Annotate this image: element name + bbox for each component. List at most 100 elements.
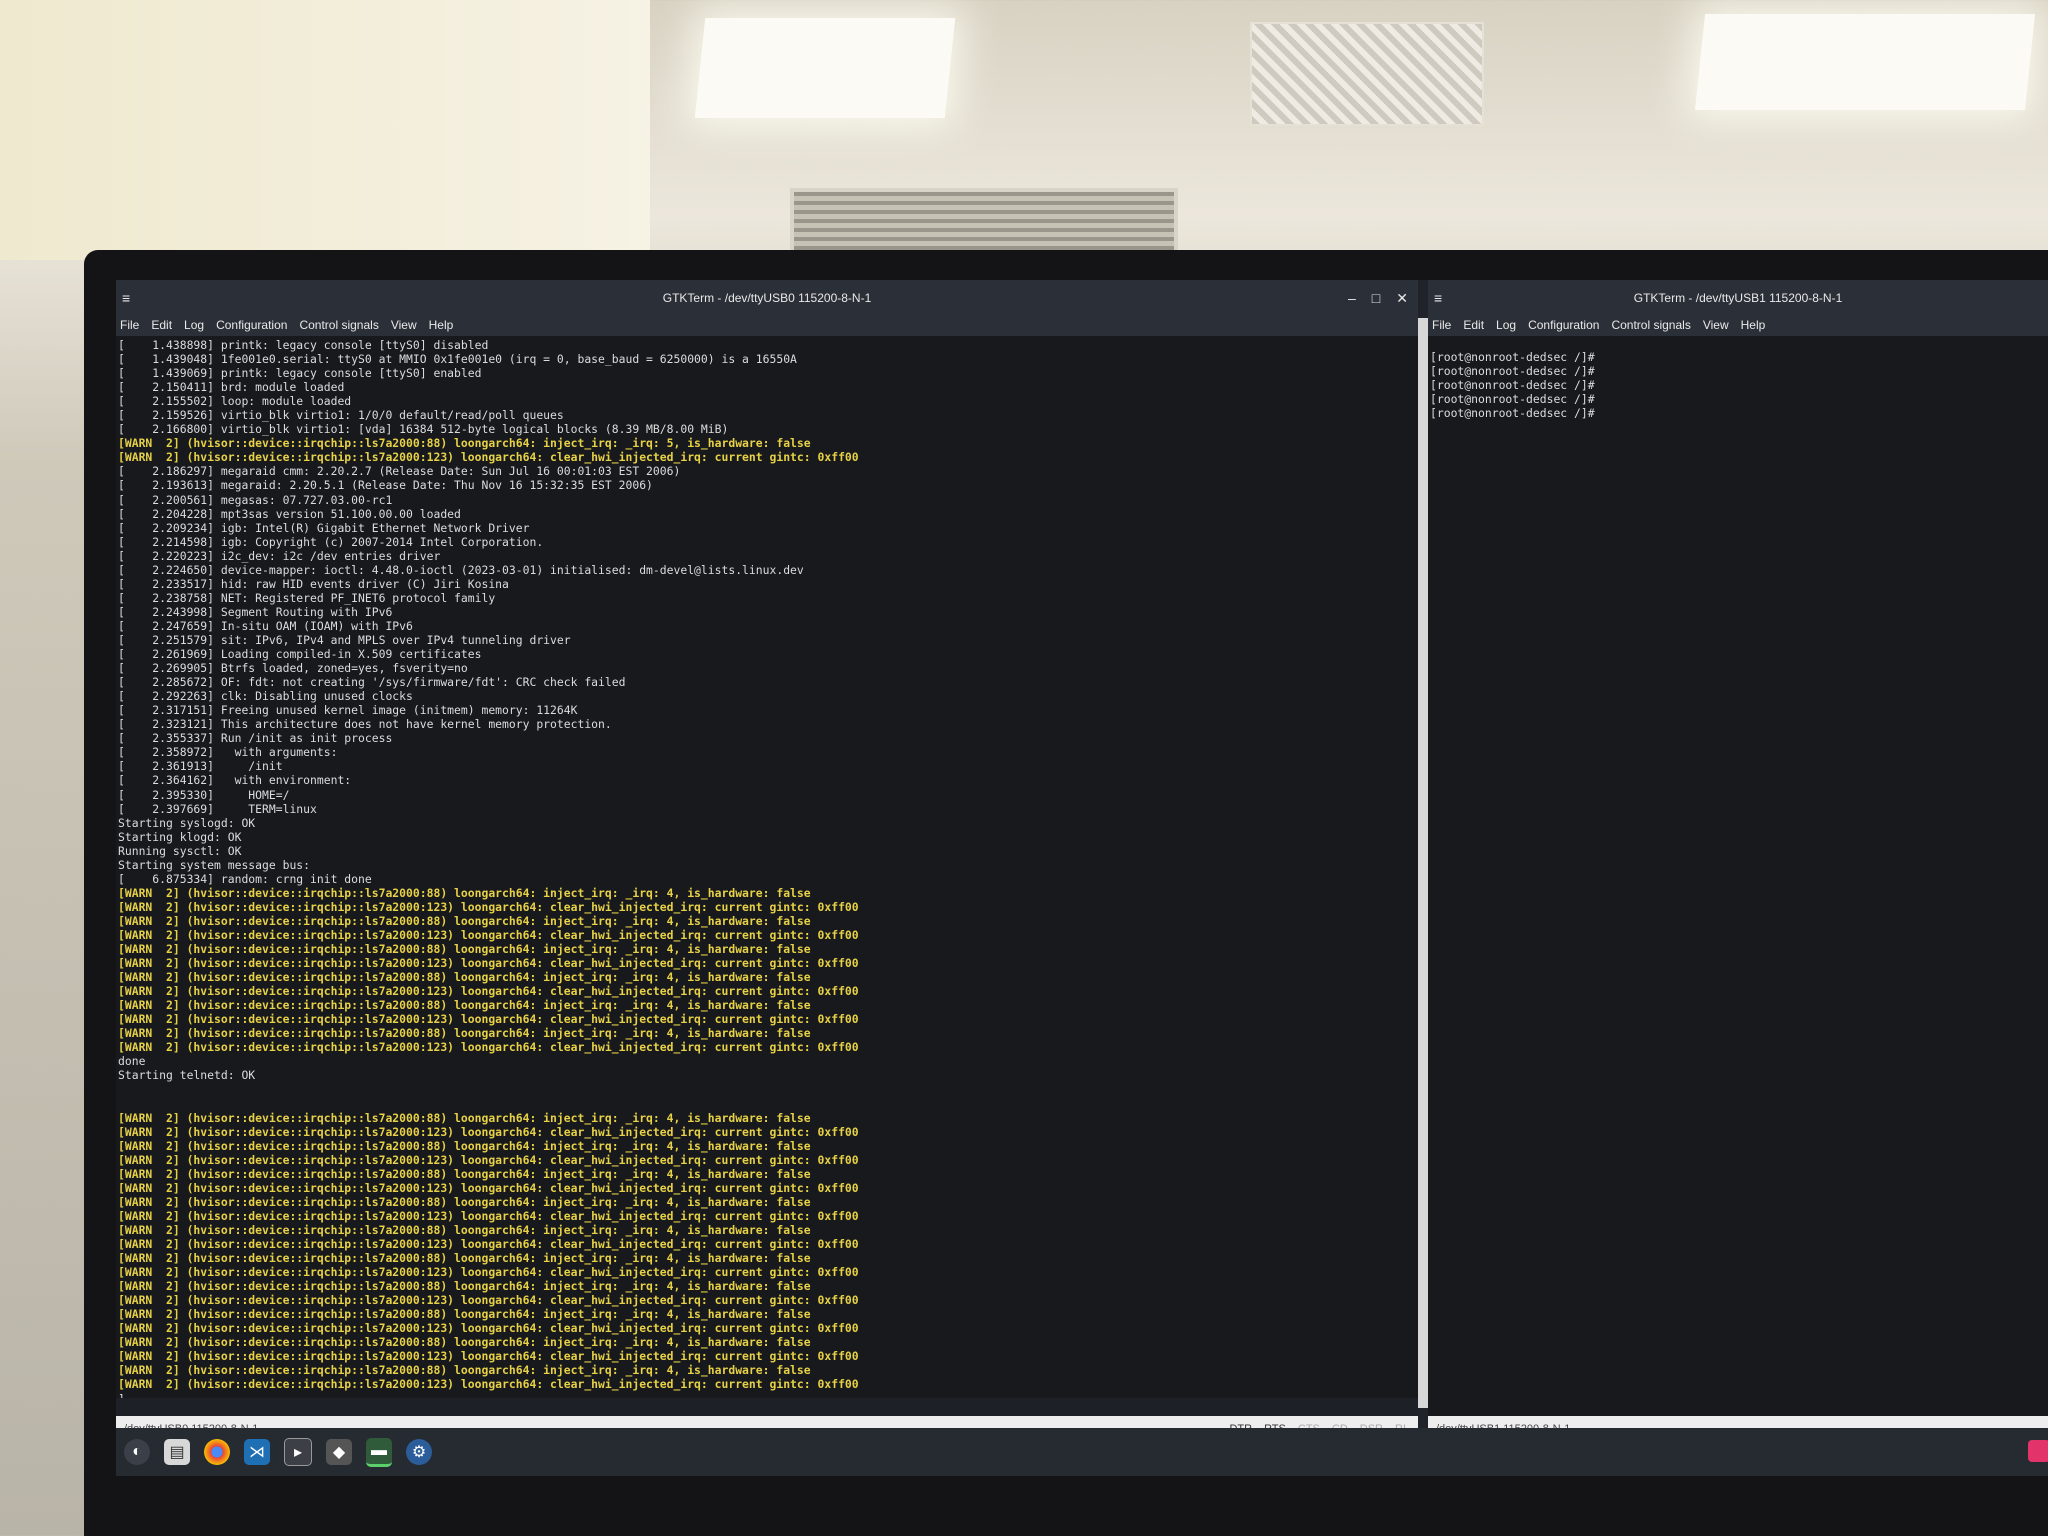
log-line: Starting klogd: OK [118, 829, 242, 844]
log-line: [ 2.285672] OF: fdt: not creating '/sys/… [118, 675, 626, 690]
log-line: [ 2.247659] In-situ OAM (IOAM) with IPv6 [118, 618, 413, 633]
log-line: [ 2.214598] igb: Copyright (c) 2007-2014… [118, 534, 544, 549]
log-line: [ 2.323121] This architecture does not h… [118, 717, 612, 732]
menu-edit[interactable]: Edit [151, 316, 172, 336]
warn-log-line: [WARN 2] (hvisor::device::irqchip::ls7a2… [118, 1293, 859, 1308]
log-line: [ 2.150411] brd: module loaded [118, 380, 345, 395]
log-line: [ 6.875334] random: crng init done [118, 871, 372, 886]
menu-configuration[interactable]: Configuration [1528, 316, 1599, 336]
ceiling-light [1694, 14, 2036, 110]
gtkterm-window-usb1[interactable]: ≡ GTKTerm - /dev/ttyUSB1 115200-8-N-1 Fi… [1428, 280, 2048, 1442]
window-title: GTKTerm - /dev/ttyUSB0 115200-8-N-1 [662, 291, 872, 305]
log-line: [ 2.224650] device-mapper: ioctl: 4.48.0… [118, 562, 804, 577]
log-line: ] [118, 1392, 1418, 1398]
prompt-line: [root@nonroot-dedsec /]# [1430, 378, 1595, 393]
log-line: [ 2.155502] loop: module loaded [118, 394, 352, 409]
terminal-output[interactable]: [ 1.438898] printk: legacy console [ttyS… [116, 336, 1418, 1398]
window-title: GTKTerm - /dev/ttyUSB1 115200-8-N-1 [1633, 291, 1843, 305]
log-line: [ 2.204228] mpt3sas version 51.100.00.00… [118, 506, 461, 521]
log-line: [ 2.397669] TERM=linux [118, 801, 317, 816]
menu-view[interactable]: View [1703, 316, 1729, 336]
log-line: [ 2.364162] with environment: [118, 773, 352, 788]
log-line: Starting system message bus: [118, 857, 311, 872]
warn-log-line: [WARN 2] (hvisor::device::irqchip::ls7a2… [118, 1363, 811, 1378]
menu-help[interactable]: Help [429, 316, 454, 336]
warn-log-line: [WARN 2] (hvisor::device::irqchip::ls7a2… [118, 450, 859, 465]
log-line: [ 2.166800] virtio_blk virtio1: [vda] 16… [118, 422, 729, 437]
warn-log-line: [WARN 2] (hvisor::device::irqchip::ls7a2… [118, 1180, 859, 1195]
log-line: Starting syslogd: OK [118, 815, 256, 830]
warn-log-line: [WARN 2] (hvisor::device::irqchip::ls7a2… [118, 1307, 811, 1322]
warn-log-line: [WARN 2] (hvisor::device::irqchip::ls7a2… [118, 1335, 811, 1350]
warn-log-line: [WARN 2] (hvisor::device::irqchip::ls7a2… [118, 1012, 859, 1027]
log-line: [ 2.317151] Freeing unused kernel image … [118, 703, 578, 718]
desktop-screen: ≡ GTKTerm - /dev/ttyUSB0 115200-8-N-1 – … [116, 280, 2048, 1462]
log-line: [ 2.292263] clk: Disabling unused clocks [118, 689, 413, 704]
warn-log-line: [WARN 2] (hvisor::device::irqchip::ls7a2… [118, 1166, 811, 1181]
log-line: [ 1.438898] printk: legacy console [ttyS… [118, 338, 489, 352]
warn-log-line: [WARN 2] (hvisor::device::irqchip::ls7a2… [118, 1279, 811, 1294]
log-line: done [118, 1054, 146, 1069]
close-icon[interactable]: ✕ [1396, 280, 1408, 316]
prompt-line: [root@nonroot-dedsec /]# [1430, 350, 1595, 364]
title-bar[interactable]: ≡ GTKTerm - /dev/ttyUSB0 115200-8-N-1 – … [116, 280, 1418, 316]
warn-log-line: [WARN 2] (hvisor::device::irqchip::ls7a2… [118, 885, 811, 900]
menu-log[interactable]: Log [1496, 316, 1516, 336]
vscode-icon[interactable]: ⋊ [244, 1439, 270, 1465]
menu-view[interactable]: View [391, 316, 417, 336]
warn-log-line: [WARN 2] (hvisor::device::irqchip::ls7a2… [118, 913, 811, 928]
warn-log-line: [WARN 2] (hvisor::device::irqchip::ls7a2… [118, 942, 811, 957]
log-line: [ 2.200561] megasas: 07.727.03.00-rc1 [118, 492, 393, 507]
launcher-icon[interactable]: ◐ [124, 1439, 150, 1465]
menu-edit[interactable]: Edit [1463, 316, 1484, 336]
log-line: [ 2.220223] i2c_dev: i2c /dev entries dr… [118, 548, 441, 563]
log-line: [ 2.395330] HOME=/ [118, 787, 290, 802]
warn-log-line: [WARN 2] (hvisor::device::irqchip::ls7a2… [118, 1265, 859, 1280]
warn-log-line: [WARN 2] (hvisor::device::irqchip::ls7a2… [118, 970, 811, 985]
warn-log-line: [WARN 2] (hvisor::device::irqchip::ls7a2… [118, 899, 859, 914]
ceiling-light [694, 18, 956, 118]
menu-configuration[interactable]: Configuration [216, 316, 287, 336]
prompt-line: [root@nonroot-dedsec /]# [1430, 392, 1595, 407]
log-line: [ 2.193613] megaraid: 2.20.5.1 (Release … [118, 478, 653, 493]
log-line: [ 1.439048] 1fe001e0.serial: ttyS0 at MM… [118, 352, 797, 367]
warn-log-line: [WARN 2] (hvisor::device::irqchip::ls7a2… [118, 956, 859, 971]
menu-control-signals[interactable]: Control signals [1611, 316, 1690, 336]
room-wall [0, 0, 650, 260]
log-line: [ 2.355337] Run /init as init process [118, 731, 393, 746]
warn-log-line: [WARN 2] (hvisor::device::irqchip::ls7a2… [118, 927, 859, 942]
terminal-output[interactable]: [root@nonroot-dedsec /]# [root@nonroot-de… [1428, 336, 2048, 1420]
warn-log-line: [WARN 2] (hvisor::device::irqchip::ls7a2… [118, 436, 811, 451]
chrome-icon[interactable] [204, 1439, 230, 1465]
log-line: [ 2.243998] Segment Routing with IPv6 [118, 604, 393, 619]
warn-log-line: [WARN 2] (hvisor::device::irqchip::ls7a2… [118, 998, 811, 1013]
log-line: Starting telnetd: OK [118, 1068, 256, 1083]
maximize-icon[interactable]: □ [1372, 280, 1380, 316]
menu-help[interactable]: Help [1741, 316, 1766, 336]
log-line: [ 2.261969] Loading compiled-in X.509 ce… [118, 647, 482, 662]
log-line: [ 1.439069] printk: legacy console [ttyS… [118, 366, 482, 381]
warn-log-line: [WARN 2] (hvisor::device::irqchip::ls7a2… [118, 1208, 859, 1223]
tray-notification-icon[interactable] [2028, 1440, 2048, 1462]
menu-file[interactable]: File [1432, 316, 1451, 336]
minimize-icon[interactable]: – [1348, 280, 1356, 316]
window-divider [1418, 318, 1428, 1408]
terminal-active-icon[interactable]: ▬ [366, 1437, 392, 1467]
package-icon[interactable]: ◆ [326, 1439, 352, 1465]
files-icon[interactable]: ▤ [164, 1439, 190, 1465]
warn-log-line: [WARN 2] (hvisor::device::irqchip::ls7a2… [118, 1138, 811, 1153]
menu-log[interactable]: Log [184, 316, 204, 336]
gtkterm-window-usb0[interactable]: ≡ GTKTerm - /dev/ttyUSB0 115200-8-N-1 – … [116, 280, 1418, 1442]
log-line: [ 2.159526] virtio_blk virtio1: 1/0/0 de… [118, 408, 564, 423]
menu-file[interactable]: File [120, 316, 139, 336]
title-bar[interactable]: ≡ GTKTerm - /dev/ttyUSB1 115200-8-N-1 [1428, 280, 2048, 316]
warn-log-line: [WARN 2] (hvisor::device::irqchip::ls7a2… [118, 1321, 859, 1336]
warn-log-line: [WARN 2] (hvisor::device::irqchip::ls7a2… [118, 1194, 811, 1209]
warn-log-line: [WARN 2] (hvisor::device::irqchip::ls7a2… [118, 1110, 811, 1125]
warn-log-line: [WARN 2] (hvisor::device::irqchip::ls7a2… [118, 1349, 859, 1364]
settings-icon[interactable]: ⚙ [406, 1439, 432, 1465]
log-line: [ 2.186297] megaraid cmm: 2.20.2.7 (Rele… [118, 464, 681, 479]
menu-control-signals[interactable]: Control signals [299, 316, 378, 336]
warn-log-line: [WARN 2] (hvisor::device::irqchip::ls7a2… [118, 1152, 859, 1167]
terminal-icon[interactable]: ▸ [284, 1438, 312, 1466]
